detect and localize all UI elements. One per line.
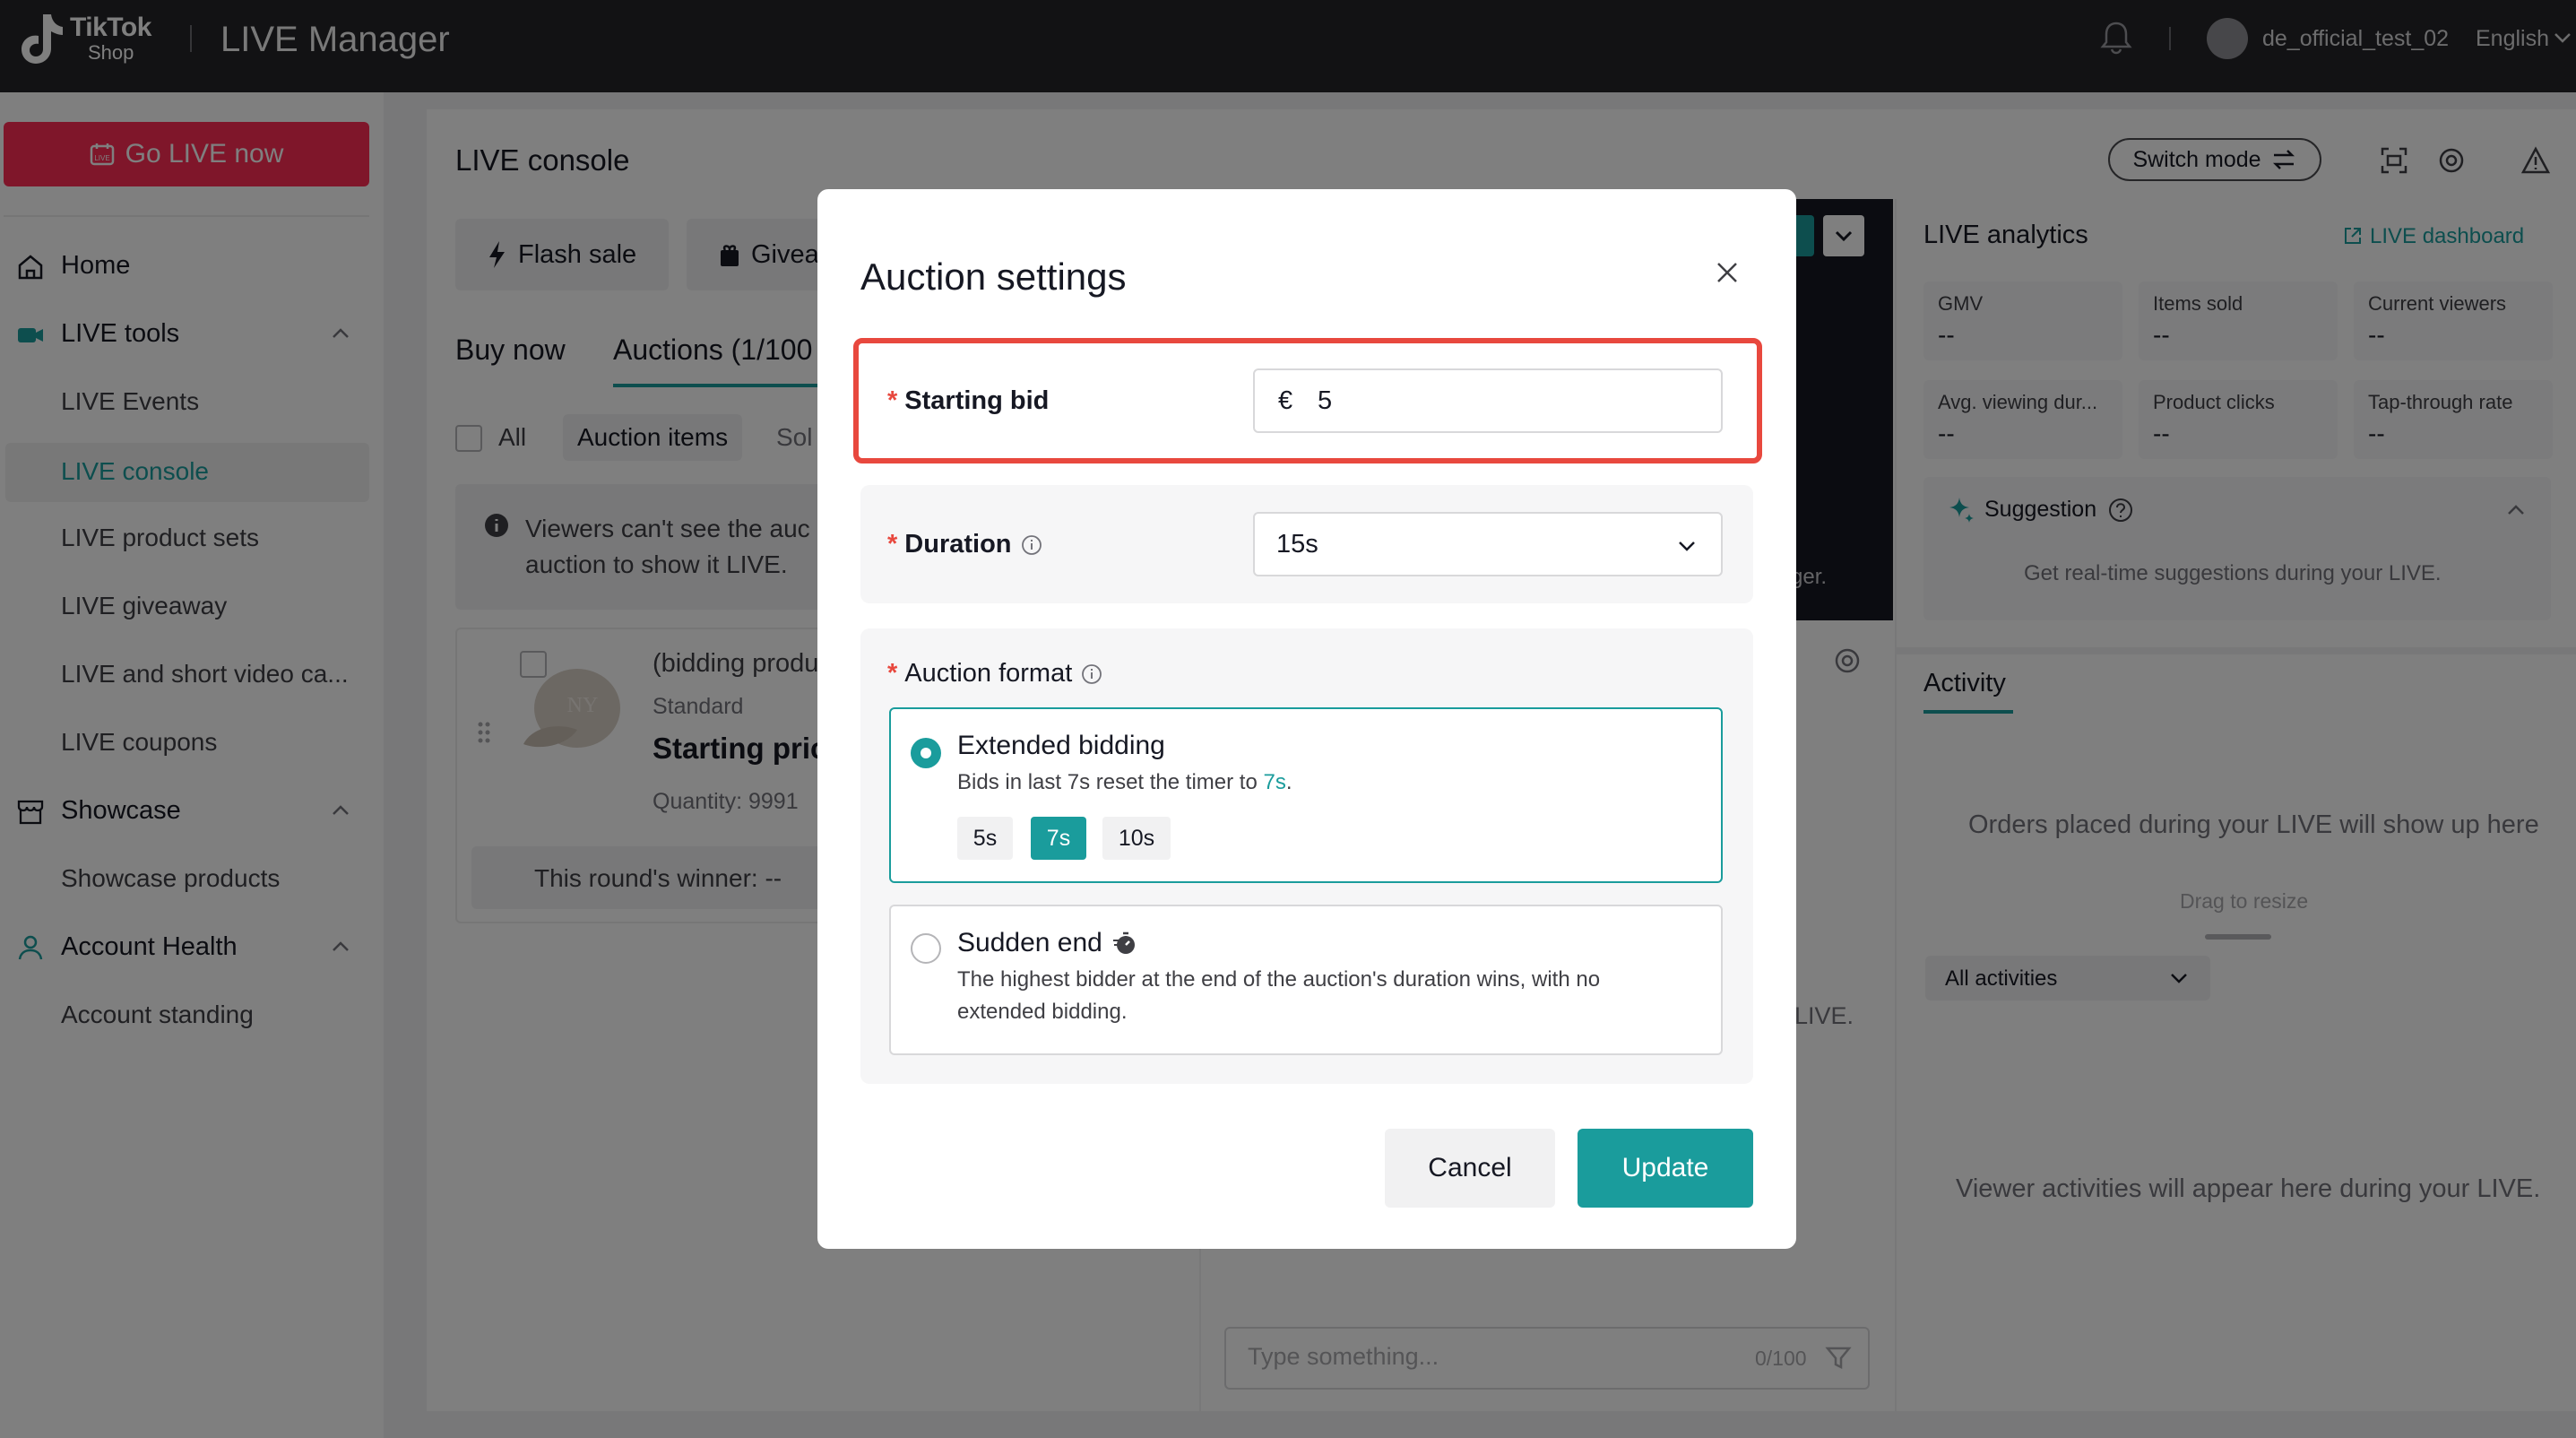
extended-desc-prefix: Bids in last 7s reset the timer to [957,770,1264,794]
sudden-end-title-row: Sudden end [957,928,1138,958]
required-marker: * [887,530,898,559]
cancel-button[interactable]: Cancel [1385,1129,1555,1208]
chevron-down-icon [1679,541,1695,551]
timer-option-7s[interactable]: 7s [1031,817,1086,860]
timer-option-5s[interactable]: 5s [957,817,1013,860]
extended-desc-suffix: . [1285,770,1292,794]
starting-bid-value: 5 [1318,386,1333,415]
sudden-end-title: Sudden end [957,928,1102,957]
sudden-desc-line-2: extended bidding. [957,1000,1128,1024]
sudden-desc-line-1: The highest bidder at the end of the auc… [957,967,1601,992]
extended-desc-value: 7s [1263,770,1286,794]
auction-format-label-text: Auction format [904,659,1073,688]
info-icon[interactable] [1081,663,1102,685]
extended-bidding-title: Extended bidding [957,731,1165,760]
duration-label: * Duration [887,530,1042,559]
close-icon[interactable] [1714,259,1741,286]
extended-bidding-radio[interactable] [911,738,941,768]
update-button[interactable]: Update [1578,1129,1753,1208]
extended-bidding-description: Bids in last 7s reset the timer to 7s. [957,767,1292,799]
sudden-end-option[interactable]: Sudden end The highest bidder at the end… [889,905,1723,1055]
starting-bid-label: * Starting bid [887,386,1049,416]
auction-settings-modal: Auction settings * Starting bid € 5 * Du… [817,189,1796,1249]
duration-value: 15s [1276,530,1318,559]
modal-title: Auction settings [860,256,1127,298]
timer-option-10s[interactable]: 10s [1102,817,1171,860]
info-icon[interactable] [1021,534,1042,556]
starting-bid-label-text: Starting bid [904,386,1050,415]
required-marker: * [887,386,898,415]
starting-bid-input[interactable]: € 5 [1253,368,1723,433]
required-marker: * [887,659,898,688]
duration-select[interactable]: 15s [1253,512,1723,576]
auction-format-label: * Auction format [887,659,1102,689]
sudden-end-description: The highest bidder at the end of the auc… [957,964,1600,1028]
duration-label-text: Duration [904,530,1012,559]
extended-bidding-option[interactable]: Extended bidding Bids in last 7s reset t… [889,707,1723,883]
currency-symbol: € [1278,386,1293,415]
sudden-end-radio[interactable] [911,933,941,964]
stopwatch-icon [1112,931,1135,954]
